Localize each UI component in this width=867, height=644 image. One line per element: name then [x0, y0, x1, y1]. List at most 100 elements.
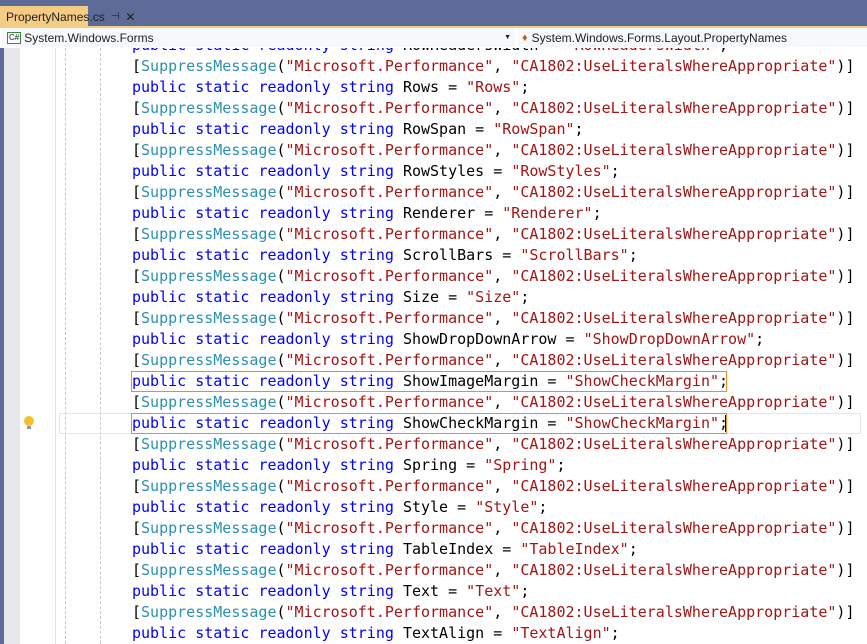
- keyword: static: [195, 120, 250, 138]
- attribute-line: [SuppressMessage("Microsoft.Performance"…: [132, 141, 855, 159]
- keyword: string: [339, 582, 394, 600]
- keyword: public: [132, 246, 187, 264]
- attribute-arg: "CA1802:UseLiteralsWhereAppropriate": [511, 519, 837, 537]
- keyword: string: [339, 330, 394, 348]
- field-value: "Renderer": [502, 204, 593, 222]
- field-value: "ScrollBars": [520, 246, 629, 264]
- keyword: static: [195, 204, 250, 222]
- attribute-name: SuppressMessage: [141, 477, 277, 495]
- keyword: readonly: [258, 48, 330, 54]
- keyword: static: [195, 330, 250, 348]
- field-line: public static readonly string Style = "S…: [132, 498, 548, 516]
- attribute-arg: "Microsoft.Performance": [285, 57, 494, 75]
- attribute-line: [SuppressMessage("Microsoft.Performance"…: [132, 183, 855, 201]
- keyword: readonly: [258, 582, 331, 600]
- field-line: public static readonly string RowHeaders…: [0, 48, 867, 56]
- field-name: Renderer: [402, 204, 476, 222]
- csharp-icon: C#: [7, 31, 22, 44]
- field-value: "RowHeadersWidth": [566, 48, 720, 54]
- field-name: ScrollBars: [402, 246, 494, 264]
- attribute-line: [SuppressMessage("Microsoft.Performance"…: [132, 435, 855, 453]
- field-name: RowHeadersWidth: [403, 48, 538, 54]
- field-name: Text: [402, 582, 440, 600]
- field-value: "RowSpan": [493, 120, 575, 138]
- document-tab[interactable]: PropertyNames.cs ⊣ ✕: [0, 6, 135, 27]
- attribute-line: [SuppressMessage("Microsoft.Performance"…: [132, 225, 855, 243]
- attribute-arg: "CA1802:UseLiteralsWhereAppropriate": [511, 603, 837, 621]
- field-line: public static readonly string RowStyles …: [132, 162, 620, 180]
- field-line: public static readonly string TableIndex…: [132, 540, 638, 558]
- highlight-box: [131, 371, 727, 392]
- navigation-bar: C# System.Windows.Forms ▼ ♦ System.Windo…: [0, 28, 867, 49]
- attribute-name: SuppressMessage: [141, 393, 277, 411]
- attribute-arg: "Microsoft.Performance": [285, 225, 494, 243]
- field-line: public static readonly string Spring = "…: [132, 456, 566, 474]
- field-name: ShowDropDownArrow: [402, 330, 557, 348]
- field-value: "RowStyles": [511, 162, 611, 180]
- keyword: string: [339, 162, 394, 180]
- attribute-name: SuppressMessage: [141, 225, 277, 243]
- lightbulb-icon[interactable]: [24, 416, 34, 429]
- attribute-name: SuppressMessage: [141, 519, 277, 537]
- keyword: string: [339, 456, 394, 474]
- keyword: string: [340, 48, 394, 54]
- attribute-arg: "Microsoft.Performance": [285, 519, 494, 537]
- attribute-arg: "CA1802:UseLiteralsWhereAppropriate": [511, 183, 837, 201]
- keyword: readonly: [258, 204, 331, 222]
- code-lines: public static readonly string RowHeaders…: [0, 48, 867, 644]
- field-name: RowSpan: [402, 120, 467, 138]
- attribute-arg: "CA1802:UseLiteralsWhereAppropriate": [511, 99, 837, 117]
- keyword: public: [132, 456, 187, 474]
- keyword: public: [132, 330, 187, 348]
- attribute-arg: "Microsoft.Performance": [285, 477, 494, 495]
- field-line: public static readonly string ShowDropDo…: [132, 330, 765, 348]
- keyword: readonly: [258, 456, 331, 474]
- field-value: "Text": [466, 582, 521, 600]
- attribute-name: SuppressMessage: [141, 603, 277, 621]
- attribute-arg: "CA1802:UseLiteralsWhereAppropriate": [511, 477, 837, 495]
- attribute-line: [SuppressMessage("Microsoft.Performance"…: [132, 393, 855, 411]
- attribute-line: [SuppressMessage("Microsoft.Performance"…: [132, 351, 855, 369]
- attribute-name: SuppressMessage: [141, 351, 277, 369]
- keyword: readonly: [258, 162, 331, 180]
- field-line: public static readonly string TextAlign …: [132, 624, 620, 642]
- field-value: "TableIndex": [520, 540, 629, 558]
- pin-icon[interactable]: ⊣: [111, 11, 120, 22]
- field-name: Size: [402, 288, 440, 306]
- keyword: string: [339, 540, 394, 558]
- field-name: RowStyles: [402, 162, 485, 180]
- field-value: "Rows": [466, 78, 521, 96]
- attribute-arg: "Microsoft.Performance": [285, 435, 494, 453]
- keyword: string: [339, 246, 394, 264]
- attribute-arg: "Microsoft.Performance": [285, 351, 494, 369]
- attribute-arg: "CA1802:UseLiteralsWhereAppropriate": [511, 351, 837, 369]
- attribute-arg: "CA1802:UseLiteralsWhereAppropriate": [511, 393, 837, 411]
- attribute-line: [SuppressMessage("Microsoft.Performance"…: [132, 603, 855, 621]
- attribute-line: [SuppressMessage("Microsoft.Performance"…: [132, 267, 855, 285]
- attribute-arg: "Microsoft.Performance": [285, 99, 494, 117]
- attribute-arg: "Microsoft.Performance": [285, 309, 494, 327]
- text-caret: [725, 415, 726, 432]
- attribute-name: SuppressMessage: [141, 267, 277, 285]
- close-icon[interactable]: ✕: [125, 10, 135, 24]
- project-name: System.Windows.Forms: [24, 30, 154, 45]
- field-name: Style: [402, 498, 449, 516]
- project-dropdown[interactable]: C# System.Windows.Forms ▼: [2, 28, 515, 47]
- attribute-line: [SuppressMessage("Microsoft.Performance"…: [132, 477, 855, 495]
- attribute-arg: "Microsoft.Performance": [285, 561, 494, 579]
- field-line: public static readonly string Size = "Si…: [132, 288, 530, 306]
- field-line: public static readonly string ShowCheckM…: [0, 413, 867, 434]
- class-icon: ♦: [522, 31, 528, 44]
- keyword: public: [132, 48, 186, 54]
- keyword: string: [339, 288, 394, 306]
- keyword: readonly: [258, 246, 331, 264]
- attribute-name: SuppressMessage: [141, 309, 277, 327]
- keyword: string: [339, 624, 394, 642]
- code-editor[interactable]: public static readonly string RowHeaders…: [0, 48, 867, 644]
- keyword: public: [132, 120, 187, 138]
- type-dropdown[interactable]: ♦ System.Windows.Forms.Layout.PropertyNa…: [518, 28, 867, 47]
- attribute-name: SuppressMessage: [141, 99, 277, 117]
- attribute-arg: "CA1802:UseLiteralsWhereAppropriate": [511, 141, 837, 159]
- field-value: "Spring": [484, 456, 557, 474]
- keyword: static: [195, 246, 250, 264]
